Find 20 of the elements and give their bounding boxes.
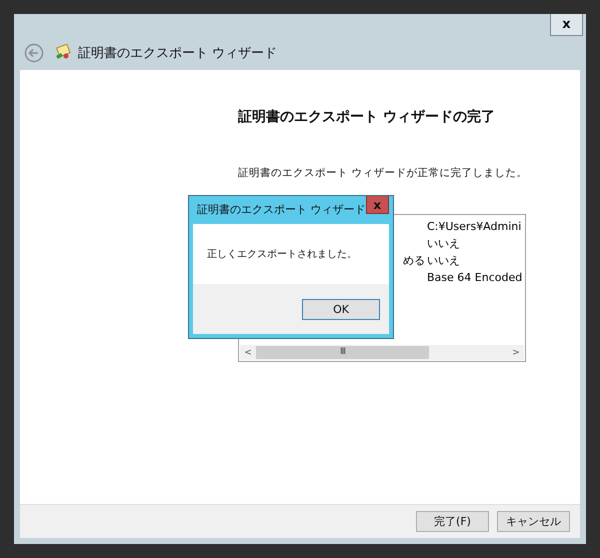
wizard-button[interactable]: キャンセル	[497, 511, 570, 532]
close-button[interactable]: x	[366, 196, 389, 214]
horizontal-scrollbar[interactable]: < III >	[240, 345, 524, 360]
scroll-left-button[interactable]: <	[240, 348, 256, 358]
dialog-message: 正しくエクスポートされました。	[207, 248, 357, 261]
setting-value: いいえ	[427, 236, 460, 251]
scroll-thumb[interactable]: III	[256, 346, 429, 359]
window-title: 証明書のエクスポート ウィザード	[78, 45, 278, 62]
completion-message: 証明書のエクスポート ウィザードが正常に完了しました。	[238, 166, 528, 180]
setting-value: C:¥Users¥Admini	[427, 220, 522, 233]
setting-value: Base 64 Encoded	[427, 271, 522, 284]
page-heading: 証明書のエクスポート ウィザードの完了	[238, 108, 496, 126]
scroll-right-button[interactable]: >	[508, 348, 524, 358]
wizard-button[interactable]: 完了(F)	[416, 511, 489, 532]
setting-label: める	[403, 254, 425, 267]
close-button[interactable]: x	[550, 14, 583, 36]
certificate-icon	[54, 44, 72, 62]
setting-value: いいえ	[427, 253, 460, 268]
dialog-title: 証明書のエクスポート ウィザード	[196, 202, 366, 217]
ok-button[interactable]: OK	[302, 298, 380, 320]
